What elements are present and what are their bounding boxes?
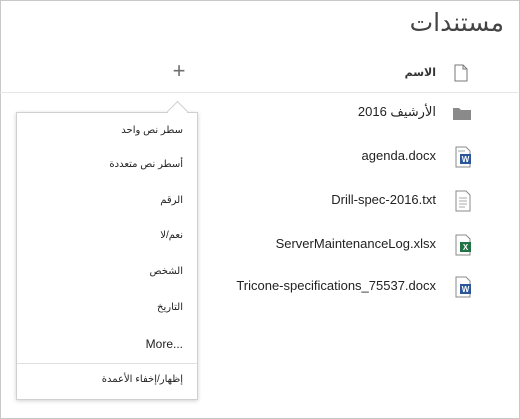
- menu-separator: [17, 363, 197, 364]
- excel-file-icon: X: [455, 234, 471, 256]
- document-type-icon: [454, 64, 468, 82]
- menu-item-single-line-text[interactable]: سطر نص واحد: [121, 125, 183, 136]
- word-file-icon: W: [455, 146, 471, 168]
- menu-item-more[interactable]: More...: [146, 337, 183, 351]
- folder-icon: [453, 108, 471, 120]
- file-name[interactable]: ServerMaintenanceLog.xlsx: [276, 236, 436, 251]
- add-column-menu: سطر نص واحد أسطر نص متعددة الرقم نعم/لا …: [16, 112, 198, 400]
- menu-item-person[interactable]: الشخص: [150, 266, 183, 277]
- svg-text:W: W: [462, 285, 470, 294]
- svg-text:W: W: [462, 155, 470, 164]
- menu-item-date[interactable]: التاريخ: [157, 302, 183, 313]
- word-file-icon: W: [455, 276, 471, 298]
- menu-item-multiple-lines-text[interactable]: أسطر نص متعددة: [109, 159, 183, 170]
- page-title: مستندات: [409, 9, 504, 37]
- show-hide-columns-item[interactable]: إظهار/إخفاء الأعمدة: [102, 374, 183, 385]
- file-name[interactable]: Drill-spec-2016.txt: [331, 192, 436, 207]
- svg-text:X: X: [463, 243, 469, 252]
- text-file-icon: [455, 190, 471, 212]
- file-name[interactable]: الأرشيف 2016: [358, 104, 436, 120]
- file-name[interactable]: agenda.docx: [362, 148, 436, 163]
- name-column-header[interactable]: الاسم: [405, 66, 436, 79]
- file-name[interactable]: Tricone-specifications_75537.docx: [236, 278, 436, 293]
- menu-item-number[interactable]: الرقم: [160, 195, 183, 206]
- column-header-row: + الاسم: [0, 58, 518, 93]
- add-column-button[interactable]: +: [168, 58, 190, 84]
- menu-item-yes-no[interactable]: نعم/لا: [160, 230, 183, 241]
